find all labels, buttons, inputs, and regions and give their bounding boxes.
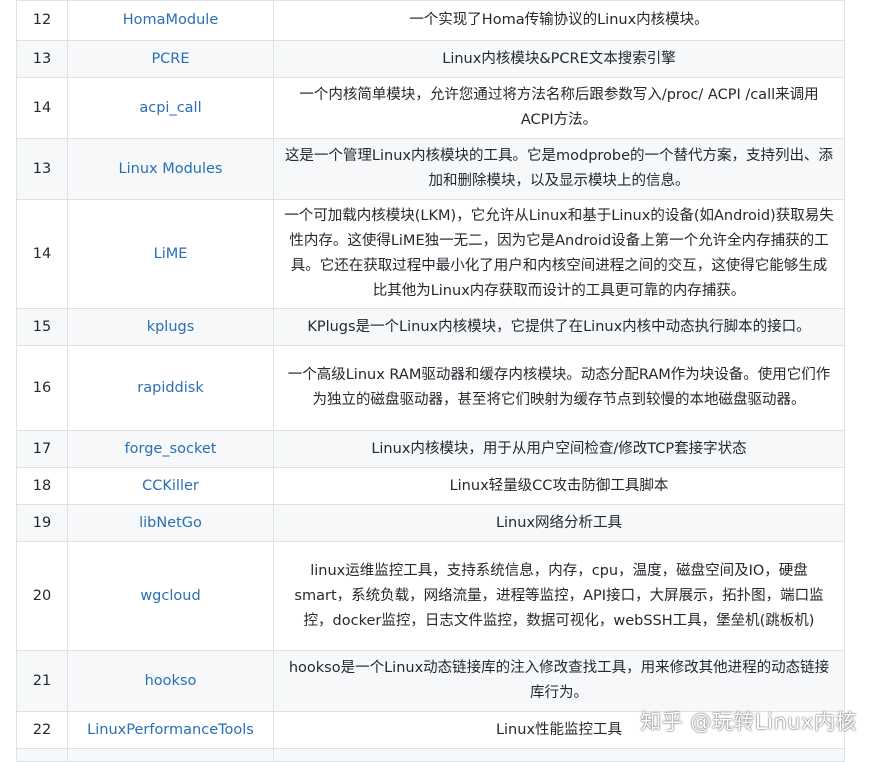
table-row: 16 rapiddisk 一个高级Linux RAM驱动器和缓存内核模块。动态分…	[16, 345, 845, 431]
row-number-empty	[16, 748, 68, 762]
project-description: 一个可加载内核模块(LKM)，它允许从Linux和基于Linux的设备(如And…	[273, 199, 845, 309]
project-name-cell: forge_socket	[67, 430, 274, 468]
project-name-cell: rapiddisk	[67, 345, 274, 431]
project-link[interactable]: rapiddisk	[137, 380, 203, 396]
row-number: 14	[16, 199, 68, 309]
project-description: 一个高级Linux RAM驱动器和缓存内核模块。动态分配RAM作为块设备。使用它…	[273, 345, 845, 431]
zhihu-watermark: 知乎 @玩转Linux内核	[640, 710, 857, 734]
project-link[interactable]: libNetGo	[139, 515, 202, 531]
project-name-cell: hookso	[67, 650, 274, 712]
projects-table-container: 12 HomaModule 一个实现了Homa传输协议的Linux内核模块。 1…	[16, 0, 845, 762]
row-number: 17	[16, 430, 68, 468]
project-name-cell: acpi_call	[67, 77, 274, 139]
row-number: 14	[16, 77, 68, 139]
table-row: 14 acpi_call 一个内核简单模块，允许您通过将方法名称后跟参数写入/p…	[16, 77, 845, 139]
project-link[interactable]: hookso	[145, 673, 197, 689]
project-description: linux运维监控工具，支持系统信息，内存，cpu，温度，磁盘空间及IO，硬盘s…	[273, 541, 845, 651]
project-description: Linux内核模块&PCRE文本搜索引擎	[273, 40, 845, 78]
table-row: 21 hookso hookso是一个Linux动态链接库的注入修改查找工具，用…	[16, 650, 845, 712]
row-number: 22	[16, 711, 68, 749]
project-description: 一个内核简单模块，允许您通过将方法名称后跟参数写入/proc/ ACPI /ca…	[273, 77, 845, 139]
table-row: 18 CCKiller Linux轻量级CC攻击防御工具脚本	[16, 467, 845, 505]
row-number: 13	[16, 138, 68, 200]
project-description: Linux内核模块，用于从用户空间检查/修改TCP套接字状态	[273, 430, 845, 468]
project-name-cell: HomaModule	[67, 0, 274, 41]
project-name-cell: PCRE	[67, 40, 274, 78]
project-description: 这是一个管理Linux内核模块的工具。它是modprobe的一个替代方案，支持列…	[273, 138, 845, 200]
project-link[interactable]: Linux Modules	[119, 161, 223, 177]
project-description-empty	[273, 748, 845, 762]
project-link[interactable]: acpi_call	[139, 100, 201, 116]
project-name-cell: CCKiller	[67, 467, 274, 505]
project-link[interactable]: CCKiller	[142, 478, 199, 494]
project-description: Linux网络分析工具	[273, 504, 845, 542]
row-number: 12	[16, 0, 68, 41]
project-link[interactable]: HomaModule	[123, 12, 219, 28]
projects-table-body: 12 HomaModule 一个实现了Homa传输协议的Linux内核模块。 1…	[16, 0, 845, 762]
project-link[interactable]: kplugs	[147, 319, 195, 335]
projects-table: 12 HomaModule 一个实现了Homa传输协议的Linux内核模块。 1…	[16, 0, 845, 762]
row-number: 13	[16, 40, 68, 78]
row-number: 19	[16, 504, 68, 542]
project-name-cell: kplugs	[67, 308, 274, 346]
table-row: 15 kplugs KPlugs是一个Linux内核模块，它提供了在Linux内…	[16, 308, 845, 346]
project-link[interactable]: PCRE	[151, 51, 189, 67]
project-name-cell: LiME	[67, 199, 274, 309]
table-row: 17 forge_socket Linux内核模块，用于从用户空间检查/修改TC…	[16, 430, 845, 468]
project-name-cell: LinuxPerformanceTools	[67, 711, 274, 749]
project-name-cell: libNetGo	[67, 504, 274, 542]
table-row-partial	[16, 748, 845, 762]
project-description: hookso是一个Linux动态链接库的注入修改查找工具，用来修改其他进程的动态…	[273, 650, 845, 712]
project-link[interactable]: LiME	[154, 246, 188, 262]
project-description: Linux轻量级CC攻击防御工具脚本	[273, 467, 845, 505]
project-name-cell: Linux Modules	[67, 138, 274, 200]
project-link[interactable]: LinuxPerformanceTools	[87, 722, 254, 738]
project-name-cell-empty	[67, 748, 274, 762]
row-number: 20	[16, 541, 68, 651]
table-row: 12 HomaModule 一个实现了Homa传输协议的Linux内核模块。	[16, 0, 845, 41]
table-row: 13 Linux Modules 这是一个管理Linux内核模块的工具。它是mo…	[16, 138, 845, 200]
project-description: KPlugs是一个Linux内核模块，它提供了在Linux内核中动态执行脚本的接…	[273, 308, 845, 346]
row-number: 18	[16, 467, 68, 505]
project-name-cell: wgcloud	[67, 541, 274, 651]
table-row: 19 libNetGo Linux网络分析工具	[16, 504, 845, 542]
table-row: 20 wgcloud linux运维监控工具，支持系统信息，内存，cpu，温度，…	[16, 541, 845, 651]
row-number: 15	[16, 308, 68, 346]
table-row: 13 PCRE Linux内核模块&PCRE文本搜索引擎	[16, 40, 845, 78]
project-link[interactable]: wgcloud	[140, 588, 200, 604]
table-row: 14 LiME 一个可加载内核模块(LKM)，它允许从Linux和基于Linux…	[16, 199, 845, 309]
row-number: 21	[16, 650, 68, 712]
project-link[interactable]: forge_socket	[125, 441, 217, 457]
row-number: 16	[16, 345, 68, 431]
project-description: 一个实现了Homa传输协议的Linux内核模块。	[273, 0, 845, 41]
